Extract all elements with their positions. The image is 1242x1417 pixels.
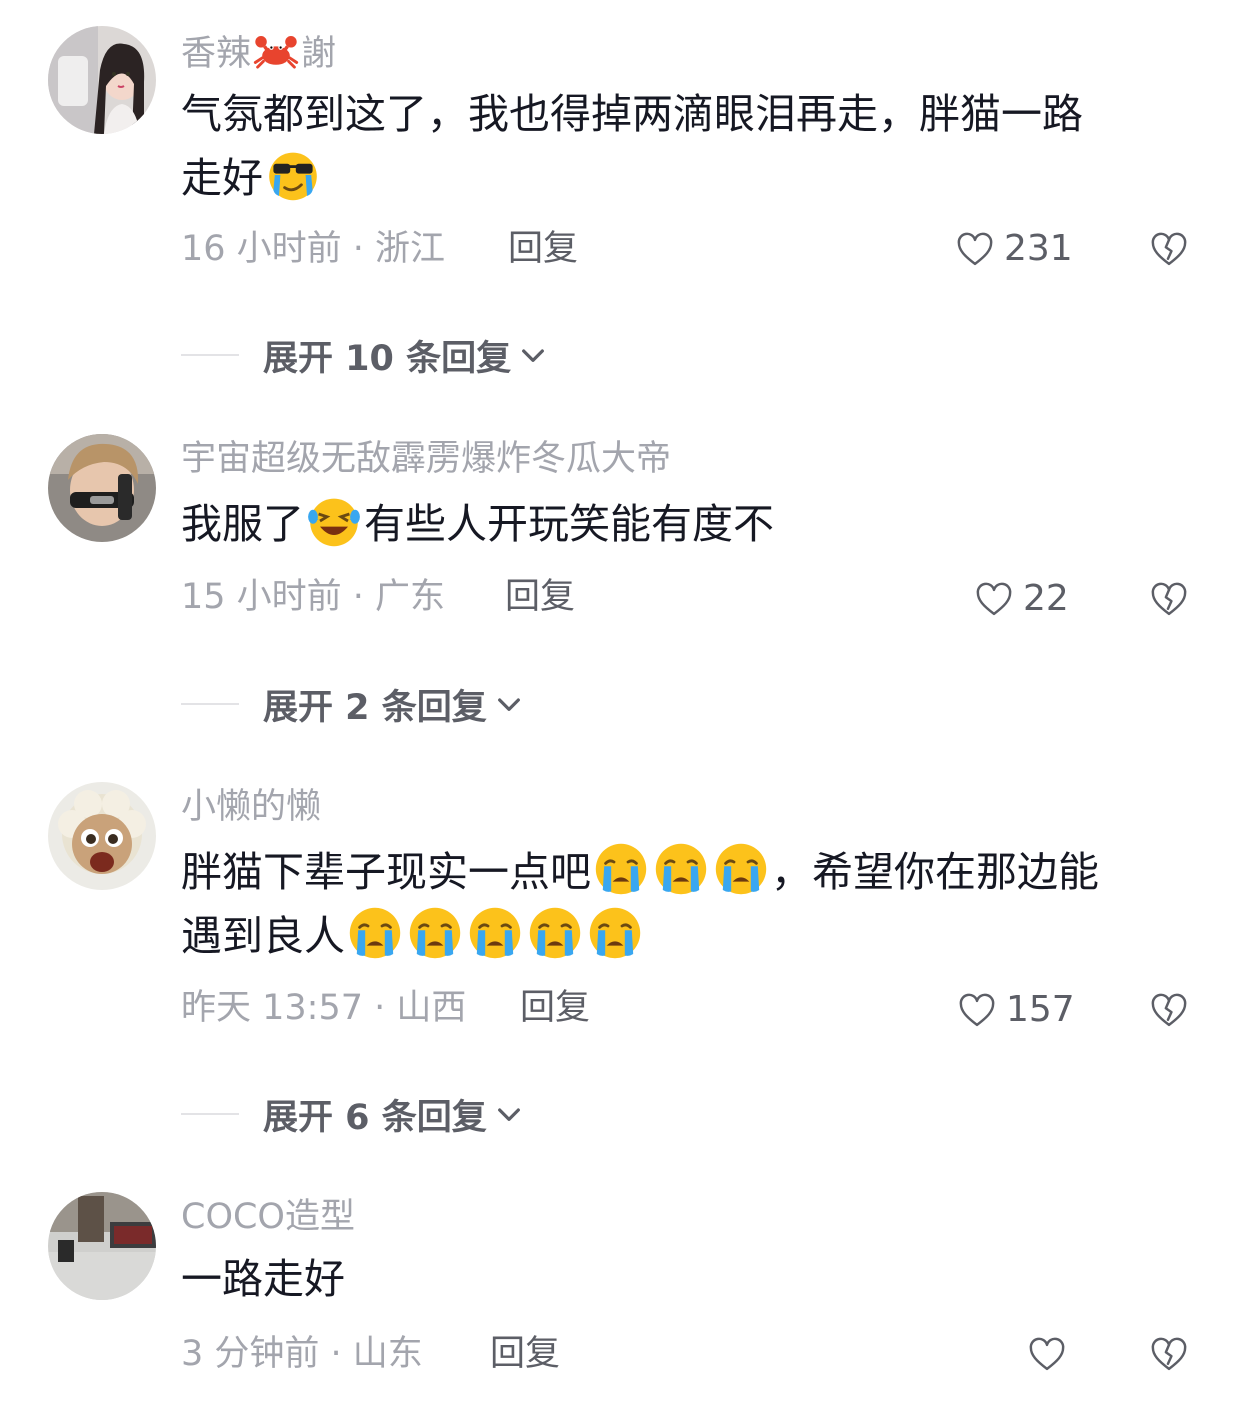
loudly-crying-emoji-icon [347,905,403,961]
heart-outline-icon [973,578,1015,620]
broken-heart-icon [1148,578,1190,620]
chevron-down-icon [493,688,525,720]
heart-outline-icon [956,989,998,1031]
avatar[interactable] [48,26,156,134]
expand-replies-button[interactable]: 展开 2 条回复 [181,681,525,728]
loudly-crying-emoji-icon [527,905,583,961]
like-count: 231 [1004,228,1073,269]
loudly-crying-emoji-icon [713,841,769,897]
divider [181,354,239,356]
comment-meta: 3 分钟前 · 山东 [181,1334,423,1374]
loudly-crying-emoji-icon [467,905,523,961]
expand-replies-button[interactable]: 展开 6 条回复 [181,1091,525,1138]
cool-crying-emoji-icon [265,147,321,203]
broken-heart-icon [1148,228,1190,270]
broken-heart-icon [1148,989,1190,1031]
expand-replies-button[interactable]: 展开 10 条回复 [181,332,549,379]
loudly-crying-emoji-icon [407,905,463,961]
divider [181,703,239,705]
like-button[interactable]: 157 [956,987,1075,1033]
chevron-down-icon [493,1098,525,1130]
dislike-button[interactable] [1148,228,1190,270]
reply-button[interactable]: 回复 [505,574,575,620]
like-count: 157 [1006,989,1075,1030]
broken-heart-icon [1148,1333,1190,1375]
divider [181,1113,239,1115]
username[interactable]: 宇宙超级无敌霹雳爆炸冬瓜大帝 [181,436,671,482]
loudly-crying-emoji-icon [587,905,643,961]
loudly-crying-emoji-icon [593,841,649,897]
dislike-button[interactable] [1148,578,1190,620]
dislike-button[interactable] [1148,989,1190,1031]
reply-button[interactable]: 回复 [490,1331,560,1377]
reply-button[interactable]: 回复 [508,226,578,272]
crab-emoji-icon [253,28,299,74]
chevron-down-icon [517,339,549,371]
avatar[interactable] [48,782,156,890]
like-button[interactable]: 22 [973,576,1069,622]
avatar[interactable] [48,1192,156,1300]
reply-button[interactable]: 回复 [520,985,590,1031]
laughing-crying-emoji-icon [306,493,362,549]
dislike-button[interactable] [1148,1333,1190,1375]
comment-meta: 16 小时前 · 浙江 [181,229,446,269]
heart-outline-icon [1026,1333,1068,1375]
like-button[interactable]: 231 [954,226,1073,272]
avatar[interactable] [48,434,156,542]
like-button[interactable] [1026,1333,1068,1375]
username[interactable]: COCO造型 [181,1194,355,1240]
loudly-crying-emoji-icon [653,841,709,897]
comment-text: 胖猫下辈子现实一点吧 ，希望你在那边能 遇到良人 [181,840,1206,968]
username[interactable]: 小懒的懒 [181,784,321,830]
comment-text: 我服了 有些人开玩笑能有度不 [181,492,1206,556]
comment-text: 气氛都到这了，我也得掉两滴眼泪再走，胖猫一路 走好 [181,90,1083,203]
like-count: 22 [1023,578,1069,619]
username[interactable]: 香辣謝 [181,28,336,77]
comment-text: 一路走好 [181,1255,345,1303]
comment-meta: 15 小时前 · 广东 [181,577,446,617]
comment-meta: 昨天 13:57 · 山西 [181,988,467,1028]
heart-outline-icon [954,228,996,270]
